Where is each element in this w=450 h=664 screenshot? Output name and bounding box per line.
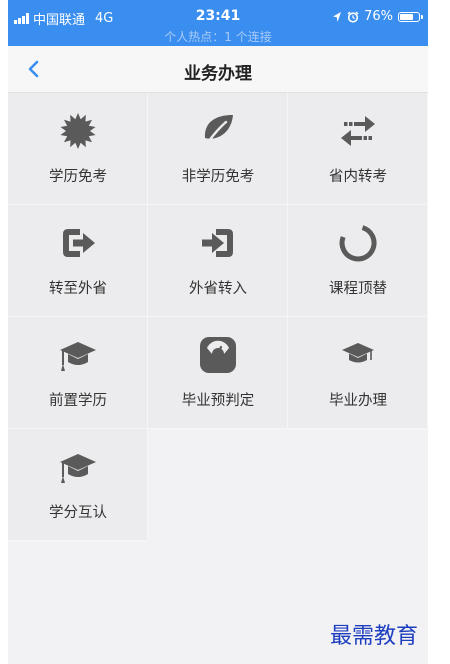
menu-item-label: 学历免考 (49, 169, 107, 185)
scale-icon (200, 337, 236, 373)
location-arrow-icon (333, 11, 342, 22)
menu-item-label: 外省转入 (189, 281, 247, 297)
battery-icon (398, 11, 423, 22)
watermark-text: 最需教育 (330, 624, 419, 649)
exit-arrow-icon (63, 229, 95, 257)
graduation-cap-small-icon (342, 343, 374, 363)
status-right: 76% (332, 9, 423, 24)
menu-item-label: 毕业办理 (329, 393, 387, 409)
menu-item-label: 前置学历 (49, 393, 107, 409)
hotspot-banner[interactable]: 个人热点：1 个连接 (8, 28, 428, 45)
swap-arrows-icon (341, 116, 375, 146)
graduation-cap-icon (60, 454, 96, 483)
menu-item-credit-recognition[interactable]: 学分互认 (8, 429, 148, 541)
menu-item-label: 非学历免考 (181, 169, 255, 185)
graduation-cap-icon (60, 342, 96, 371)
menu-item-non-academic-exemption[interactable]: 非学历免考 (148, 93, 288, 205)
menu-item-label: 转至外省 (49, 281, 107, 297)
circle-notch-icon (339, 225, 377, 262)
menu-item-transfer-in[interactable]: 外省转入 (148, 205, 288, 317)
menu-item-graduation-pre-assessment[interactable]: 毕业预判定 (148, 317, 288, 429)
menu-item-label: 省内转考 (329, 169, 387, 185)
page-title: 业务办理 (184, 64, 252, 84)
menu-item-graduation-processing[interactable]: 毕业办理 (288, 317, 428, 429)
menu-item-in-province-transfer[interactable]: 省内转考 (288, 93, 428, 205)
nav-bar: 业务办理 (8, 46, 428, 93)
alarm-clock-icon (347, 11, 359, 23)
battery-percent: 76% (364, 9, 393, 24)
status-bar: 中国联通 4G 23:41 个人热点：1 个连接 76% (8, 0, 428, 46)
menu-item-label: 课程顶替 (329, 281, 387, 297)
menu-item-prior-education[interactable]: 前置学历 (8, 317, 148, 429)
menu-item-transfer-out[interactable]: 转至外省 (8, 205, 148, 317)
menu-item-label: 学分互认 (49, 505, 107, 521)
menu-item-academic-exemption[interactable]: 学历免考 (8, 93, 148, 205)
menu-item-label: 毕业预判定 (181, 393, 255, 409)
starburst-icon (60, 113, 96, 149)
menu-item-course-substitution[interactable]: 课程顶替 (288, 205, 428, 317)
phone-screen: 中国联通 4G 23:41 个人热点：1 个连接 76% 业务办理 学历免考 非… (8, 0, 428, 664)
leaf-icon (202, 115, 233, 150)
enter-arrow-icon (202, 229, 233, 257)
